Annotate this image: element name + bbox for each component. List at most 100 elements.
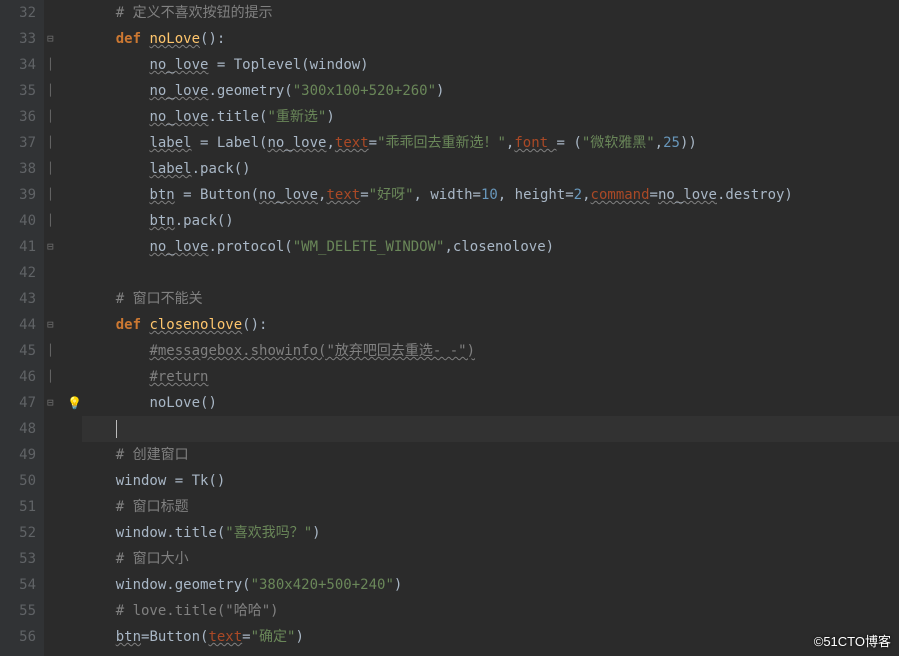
line-number: 45: [0, 338, 44, 364]
token: [82, 317, 116, 333]
line-number: 44: [0, 312, 44, 338]
code-line[interactable]: no_love = Toplevel(window): [82, 52, 899, 78]
token: btn: [116, 629, 141, 645]
line-number: 46: [0, 364, 44, 390]
code-line[interactable]: btn=Button(text="确定"): [82, 624, 899, 650]
line-number: 36: [0, 104, 44, 130]
code-lines[interactable]: # 定义不喜欢按钮的提示 def noLove(): no_love = Top…: [82, 0, 899, 650]
token: ): [312, 525, 320, 541]
token: [82, 525, 116, 541]
token: .pack(): [192, 161, 251, 177]
token: [82, 499, 116, 515]
token: no_love: [658, 187, 717, 203]
token: "好呀": [369, 187, 414, 203]
token: [82, 447, 116, 463]
code-line[interactable]: def noLove():: [82, 26, 899, 52]
hint-column: 💡: [66, 0, 82, 656]
code-line[interactable]: no_love.title("重新选"): [82, 104, 899, 130]
code-line[interactable]: noLove(): [82, 390, 899, 416]
code-editor[interactable]: 3233343536373839404142434445464748495051…: [0, 0, 899, 656]
token: no_love: [259, 187, 318, 203]
token: no_love: [149, 57, 208, 73]
code-line[interactable]: # 创建窗口: [82, 442, 899, 468]
token: # 创建窗口: [116, 447, 189, 463]
line-number: 56: [0, 624, 44, 650]
code-line[interactable]: #messagebox.showinfo("放弃吧回去重选- -"): [82, 338, 899, 364]
token: label: [149, 135, 191, 151]
fold-close-icon[interactable]: ⊟: [47, 390, 54, 416]
fold-open-icon[interactable]: ⊟: [47, 26, 54, 52]
code-line[interactable]: window.title("喜欢我吗？"): [82, 520, 899, 546]
line-number: 52: [0, 520, 44, 546]
token: [82, 187, 149, 203]
token: , height=: [498, 187, 574, 203]
code-line[interactable]: window.geometry("380x420+500+240"): [82, 572, 899, 598]
token: text: [335, 135, 369, 151]
token: text: [208, 629, 242, 645]
token: [82, 135, 149, 151]
code-line[interactable]: # 窗口大小: [82, 546, 899, 572]
code-line[interactable]: window = Tk(): [82, 468, 899, 494]
line-number: 41: [0, 234, 44, 260]
code-line[interactable]: btn.pack(): [82, 208, 899, 234]
token: =: [360, 187, 368, 203]
token: =Button(: [141, 629, 208, 645]
token: window.title(: [116, 525, 226, 541]
token: "喜欢我吗？": [225, 525, 312, 541]
code-line[interactable]: label.pack(): [82, 156, 899, 182]
token: "300x100+520+260": [293, 83, 436, 99]
code-line[interactable]: label = Label(no_love,text="乖乖回去重新选！",fo…: [82, 130, 899, 156]
line-number: 51: [0, 494, 44, 520]
line-number: 43: [0, 286, 44, 312]
token: [82, 473, 116, 489]
code-line[interactable]: btn = Button(no_love,text="好呀", width=10…: [82, 182, 899, 208]
fold-column[interactable]: ⊟│││││││⊟⊟││⊟: [44, 0, 66, 656]
token: ,: [582, 187, 590, 203]
text-cursor: [116, 420, 117, 438]
token: ():: [242, 317, 267, 333]
fold-bar-icon: │: [47, 338, 54, 364]
token: [82, 57, 149, 73]
token: btn: [149, 187, 174, 203]
token: .title(: [208, 109, 267, 125]
token: no_love: [149, 239, 208, 255]
code-line[interactable]: [82, 416, 899, 442]
code-line[interactable]: [82, 260, 899, 286]
code-line[interactable]: #return: [82, 364, 899, 390]
code-line[interactable]: # 定义不喜欢按钮的提示: [82, 0, 899, 26]
code-area[interactable]: # 定义不喜欢按钮的提示 def noLove(): no_love = Top…: [82, 0, 899, 656]
fold-bar-icon: │: [47, 104, 54, 130]
token: ): [295, 629, 303, 645]
code-line[interactable]: # 窗口标题: [82, 494, 899, 520]
token: "重新选": [267, 109, 326, 125]
token: .pack(): [175, 213, 234, 229]
token: [82, 213, 149, 229]
token: "确定": [251, 629, 296, 645]
line-number: 35: [0, 78, 44, 104]
token: 10: [481, 187, 498, 203]
token: ,: [444, 239, 452, 255]
token: ): [326, 109, 334, 125]
fold-close-icon[interactable]: ⊟: [47, 234, 54, 260]
code-line[interactable]: no_love.protocol("WM_DELETE_WINDOW",clos…: [82, 234, 899, 260]
line-number: 39: [0, 182, 44, 208]
line-number: 47: [0, 390, 44, 416]
code-line[interactable]: # 窗口不能关: [82, 286, 899, 312]
token: = Button(: [175, 187, 259, 203]
line-number: 50: [0, 468, 44, 494]
fold-open-icon[interactable]: ⊟: [47, 312, 54, 338]
token: =: [208, 57, 233, 73]
token: [82, 291, 116, 307]
token: =: [650, 187, 658, 203]
lightbulb-icon[interactable]: 💡: [67, 390, 82, 416]
code-line[interactable]: no_love.geometry("300x100+520+260"): [82, 78, 899, 104]
token: [82, 629, 116, 645]
token: ,: [655, 135, 663, 151]
token: [82, 421, 116, 437]
token: [82, 31, 116, 47]
fold-bar-icon: │: [47, 208, 54, 234]
code-line[interactable]: # love.title("哈哈"): [82, 598, 899, 624]
token: ():: [200, 31, 225, 47]
token: , width=: [414, 187, 481, 203]
code-line[interactable]: def closenolove():: [82, 312, 899, 338]
